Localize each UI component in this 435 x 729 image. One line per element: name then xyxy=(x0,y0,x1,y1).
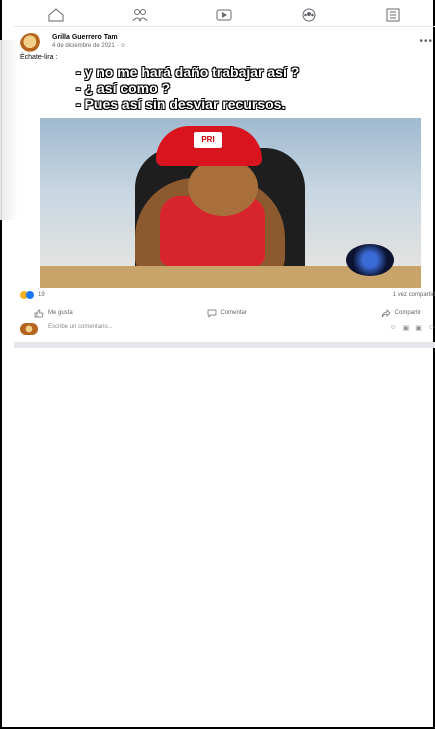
user-avatar xyxy=(20,323,38,335)
camera-icon[interactable]: ▣ xyxy=(403,324,410,332)
top-navigation xyxy=(14,4,435,27)
gif-icon[interactable]: ▣ xyxy=(415,324,422,332)
home-icon[interactable] xyxy=(45,7,67,23)
post-header: Grilla Guerrero Tam 4 de diciembre de 20… xyxy=(14,30,435,56)
comment-input[interactable]: Escribe un comentario... xyxy=(48,324,113,330)
menu-icon[interactable] xyxy=(382,7,404,23)
like-label: Me gusta xyxy=(48,310,73,316)
monkey-face xyxy=(188,158,258,216)
comment-tools: ☺ ▣ ▣ ☺ xyxy=(389,324,435,332)
like-reaction-icon xyxy=(26,291,34,299)
left-edge-shadow xyxy=(0,40,18,220)
comment-icon xyxy=(207,309,216,318)
video-icon[interactable] xyxy=(213,7,235,23)
reactions-bar: 19 1 vez compartid xyxy=(20,290,435,302)
author-avatar[interactable] xyxy=(20,33,42,55)
cap-logo: PRI xyxy=(194,132,222,148)
emoji-icon[interactable]: ☺ xyxy=(389,324,396,332)
like-button[interactable]: Me gusta xyxy=(20,306,87,320)
friends-icon[interactable] xyxy=(129,7,151,23)
share-icon xyxy=(381,308,391,317)
reaction-emojis[interactable] xyxy=(20,291,34,299)
reaction-count[interactable]: 19 xyxy=(38,292,45,298)
caption-line: - Pues así sin desviar recursos. xyxy=(76,96,286,112)
caption-line: - ¿ así como ? xyxy=(76,80,171,96)
feed-post: Grilla Guerrero Tam 4 de diciembre de 20… xyxy=(14,30,435,56)
meme-captions: - y no me hará daño trabajar así ? - ¿ a… xyxy=(76,64,376,112)
post-text: Échate-lira : xyxy=(20,54,58,61)
sticker-icon[interactable]: ☺ xyxy=(428,324,435,332)
comment-label: Comentar xyxy=(220,310,247,316)
post-image[interactable]: PRI xyxy=(40,118,421,288)
comment-button[interactable]: Comentar xyxy=(193,306,261,320)
more-options-icon[interactable]: ••• xyxy=(419,36,433,47)
comment-composer: Escribe un comentario... ☺ ▣ ▣ ☺ xyxy=(20,322,435,336)
share-count[interactable]: 1 vez compartid xyxy=(393,292,435,298)
thumbs-up-icon xyxy=(34,309,44,317)
post-timestamp[interactable]: 4 de diciembre de 2021 · ☺ xyxy=(52,43,126,49)
watermark-logo xyxy=(346,244,394,276)
author-name[interactable]: Grilla Guerrero Tam xyxy=(52,34,118,41)
share-label: Compartir xyxy=(394,310,421,316)
post-separator xyxy=(14,342,435,348)
post-actions: Me gusta Comentar Compartir xyxy=(20,306,435,320)
groups-icon[interactable] xyxy=(298,7,320,23)
caption-line: - y no me hará daño trabajar así ? xyxy=(76,64,300,80)
share-button[interactable]: Compartir xyxy=(367,306,435,320)
